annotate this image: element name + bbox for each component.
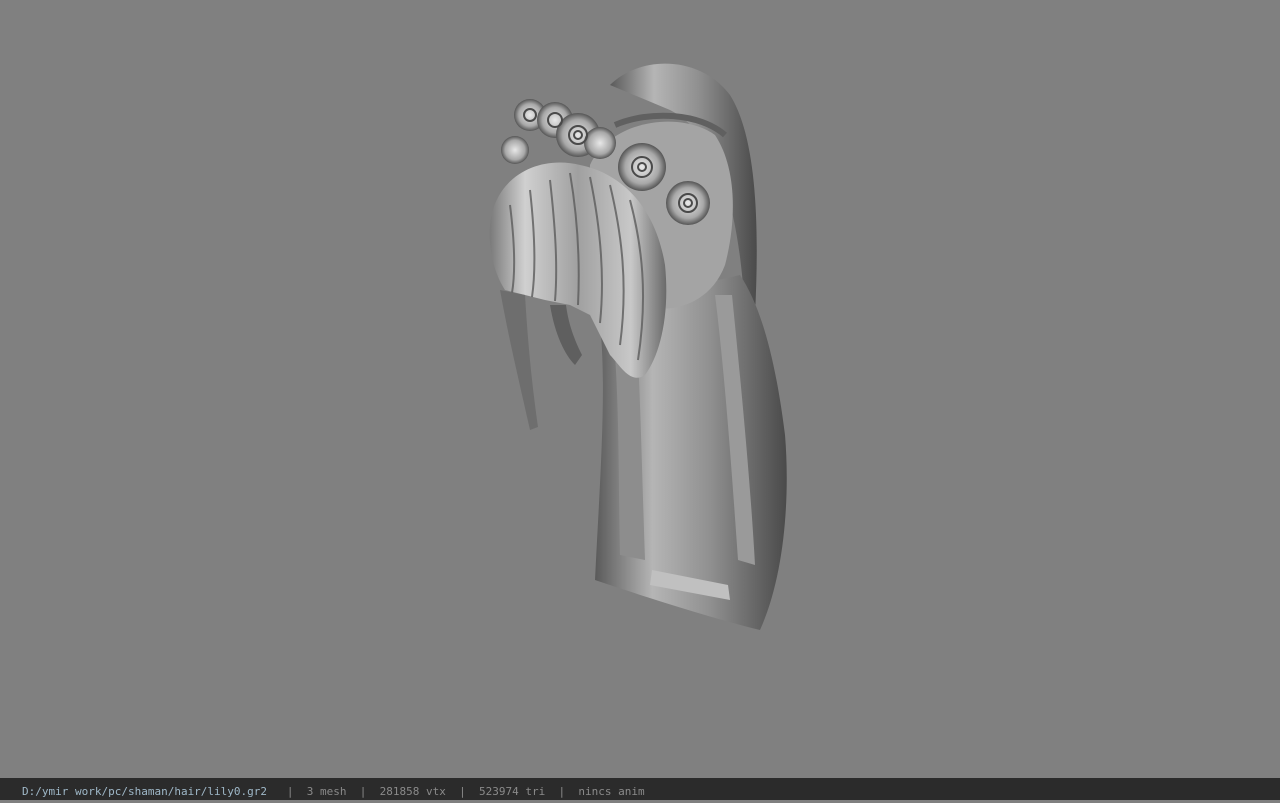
hair-model xyxy=(489,63,787,630)
3d-viewport[interactable] xyxy=(0,0,1280,778)
status-bar: D:/ymir work/pc/shaman/hair/lily0.gr2 | … xyxy=(0,778,1280,800)
